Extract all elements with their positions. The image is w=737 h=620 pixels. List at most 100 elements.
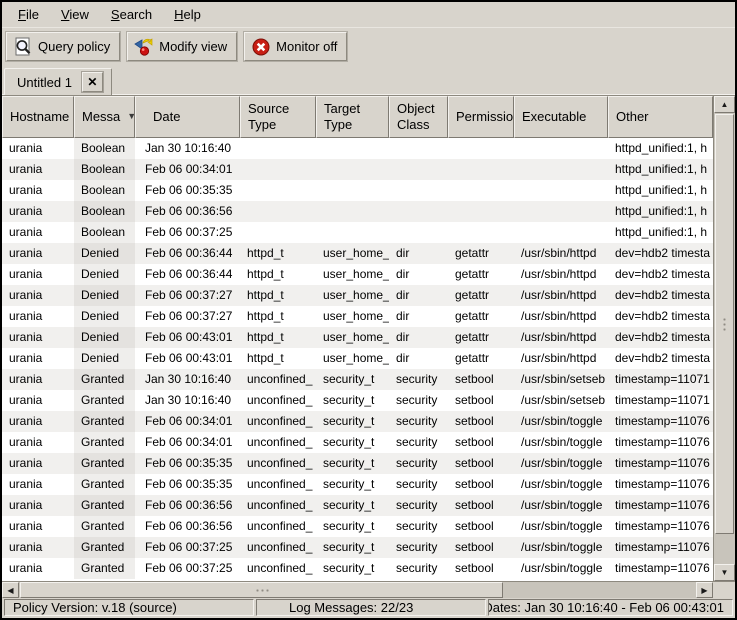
cell-executable: /usr/sbin/httpd	[514, 285, 608, 306]
cell-other: dev=hdb2 timesta	[608, 285, 713, 306]
table-row[interactable]: uraniaGrantedJan 30 10:16:40unconfined_s…	[2, 369, 713, 390]
cell-date: Feb 06 00:36:44	[135, 243, 240, 264]
table-row[interactable]: uraniaDeniedFeb 06 00:37:27httpd_tuser_h…	[2, 285, 713, 306]
cell-other: dev=hdb2 timesta	[608, 348, 713, 369]
cell-executable	[514, 180, 608, 201]
table-row[interactable]: uraniaDeniedFeb 06 00:43:01httpd_tuser_h…	[2, 327, 713, 348]
tab-label: Untitled 1	[17, 75, 72, 90]
cell-object_class	[389, 201, 448, 222]
table-row[interactable]: uraniaBooleanFeb 06 00:37:25httpd_unifie…	[2, 222, 713, 243]
table-row[interactable]: uraniaDeniedFeb 06 00:37:27httpd_tuser_h…	[2, 306, 713, 327]
cell-message: Denied	[74, 348, 135, 369]
column-header-date[interactable]: Date	[135, 96, 240, 138]
column-header-message[interactable]: Messa▼	[74, 96, 135, 138]
cell-permission: setbool	[448, 411, 514, 432]
cell-hostname: urania	[2, 411, 74, 432]
horizontal-scrollbar-track[interactable]	[504, 582, 696, 598]
table-row[interactable]: uraniaGrantedFeb 06 00:37:25unconfined_s…	[2, 537, 713, 558]
menu-file[interactable]: File	[8, 4, 49, 25]
cell-object_class: security	[389, 411, 448, 432]
column-label: Target Type	[324, 101, 360, 134]
cell-object_class	[389, 138, 448, 159]
column-header-source-type[interactable]: Source Type	[240, 96, 316, 138]
cell-date: Feb 06 00:37:27	[135, 306, 240, 327]
tab-strip: Untitled 1 ✕	[2, 65, 735, 95]
scroll-right-button[interactable]: ▶	[696, 582, 713, 598]
cell-target_type	[316, 180, 389, 201]
cell-object_class: security	[389, 558, 448, 579]
cell-hostname: urania	[2, 180, 74, 201]
column-header-executable[interactable]: Executable	[514, 96, 608, 138]
cell-hostname: urania	[2, 537, 74, 558]
table-row[interactable]: uraniaDeniedFeb 06 00:36:44httpd_tuser_h…	[2, 243, 713, 264]
table-row[interactable]: uraniaBooleanFeb 06 00:34:01httpd_unifie…	[2, 159, 713, 180]
cell-executable: /usr/sbin/toggle	[514, 453, 608, 474]
tab-untitled-1[interactable]: Untitled 1 ✕	[4, 68, 112, 95]
cell-executable: /usr/sbin/setseb	[514, 369, 608, 390]
cell-source_type: unconfined_	[240, 474, 316, 495]
vertical-scrollbar-thumb[interactable]	[715, 114, 734, 534]
table-row[interactable]: uraniaGrantedFeb 06 00:36:56unconfined_s…	[2, 495, 713, 516]
arrow-down-icon: ▼	[721, 568, 729, 577]
cell-target_type: user_home_	[316, 306, 389, 327]
vertical-scrollbar-track[interactable]	[714, 535, 735, 564]
query-policy-button[interactable]: Query policy	[6, 32, 120, 61]
table-row[interactable]: uraniaGrantedFeb 06 00:34:01unconfined_s…	[2, 432, 713, 453]
cell-source_type: unconfined_	[240, 369, 316, 390]
column-label: Other	[616, 109, 649, 125]
cell-message: Denied	[74, 327, 135, 348]
modify-view-label: Modify view	[159, 39, 227, 54]
cell-message: Boolean	[74, 201, 135, 222]
modify-view-button[interactable]: Modify view	[127, 32, 237, 61]
column-header-permission[interactable]: Permission	[448, 96, 514, 138]
column-header-object-class[interactable]: Object Class	[389, 96, 448, 138]
monitor-off-button[interactable]: Monitor off	[244, 32, 347, 61]
scroll-up-button[interactable]: ▲	[714, 96, 735, 113]
query-policy-label: Query policy	[38, 39, 110, 54]
menu-help[interactable]: Help	[164, 4, 211, 25]
sort-desc-icon: ▼	[127, 111, 135, 122]
table-row[interactable]: uraniaBooleanFeb 06 00:35:35httpd_unifie…	[2, 180, 713, 201]
cell-hostname: urania	[2, 390, 74, 411]
cell-executable: /usr/sbin/httpd	[514, 348, 608, 369]
cell-message: Granted	[74, 432, 135, 453]
cell-permission: getattr	[448, 306, 514, 327]
cell-hostname: urania	[2, 264, 74, 285]
menu-search[interactable]: Search	[101, 4, 162, 25]
cell-message: Granted	[74, 495, 135, 516]
cell-hostname: urania	[2, 348, 74, 369]
cell-hostname: urania	[2, 243, 74, 264]
column-header-target-type[interactable]: Target Type	[316, 96, 389, 138]
column-header-other[interactable]: Other	[608, 96, 713, 138]
cell-object_class	[389, 180, 448, 201]
table-row[interactable]: uraniaGrantedFeb 06 00:35:35unconfined_s…	[2, 474, 713, 495]
table-row[interactable]: uraniaBooleanJan 30 10:16:40httpd_unifie…	[2, 138, 713, 159]
table-row[interactable]: uraniaGrantedFeb 06 00:36:56unconfined_s…	[2, 516, 713, 537]
cell-source_type: httpd_t	[240, 348, 316, 369]
tab-close-button[interactable]: ✕	[82, 72, 103, 92]
cell-object_class: security	[389, 474, 448, 495]
scroll-left-button[interactable]: ◀	[2, 582, 19, 598]
cell-permission	[448, 222, 514, 243]
table-row[interactable]: uraniaGrantedFeb 06 00:37:25unconfined_s…	[2, 558, 713, 579]
cell-executable: /usr/sbin/httpd	[514, 243, 608, 264]
cell-target_type: security_t	[316, 453, 389, 474]
close-icon: ✕	[87, 75, 97, 89]
menu-view[interactable]: View	[51, 4, 99, 25]
table-row[interactable]: uraniaGrantedJan 30 10:16:40unconfined_s…	[2, 390, 713, 411]
table-row[interactable]: uraniaGrantedFeb 06 00:35:35unconfined_s…	[2, 453, 713, 474]
scroll-down-button[interactable]: ▼	[714, 564, 735, 581]
cell-message: Granted	[74, 516, 135, 537]
cell-executable: /usr/sbin/httpd	[514, 264, 608, 285]
cell-target_type	[316, 222, 389, 243]
cell-permission	[448, 201, 514, 222]
column-header-hostname[interactable]: Hostname	[2, 96, 74, 138]
cell-message: Denied	[74, 306, 135, 327]
cell-other: httpd_unified:1, h	[608, 138, 713, 159]
table-row[interactable]: uraniaDeniedFeb 06 00:36:44httpd_tuser_h…	[2, 264, 713, 285]
horizontal-scrollbar-thumb[interactable]	[20, 582, 503, 598]
table-row[interactable]: uraniaBooleanFeb 06 00:36:56httpd_unifie…	[2, 201, 713, 222]
table-row[interactable]: uraniaGrantedFeb 06 00:34:01unconfined_s…	[2, 411, 713, 432]
table-row[interactable]: uraniaDeniedFeb 06 00:43:01httpd_tuser_h…	[2, 348, 713, 369]
cell-object_class: dir	[389, 285, 448, 306]
